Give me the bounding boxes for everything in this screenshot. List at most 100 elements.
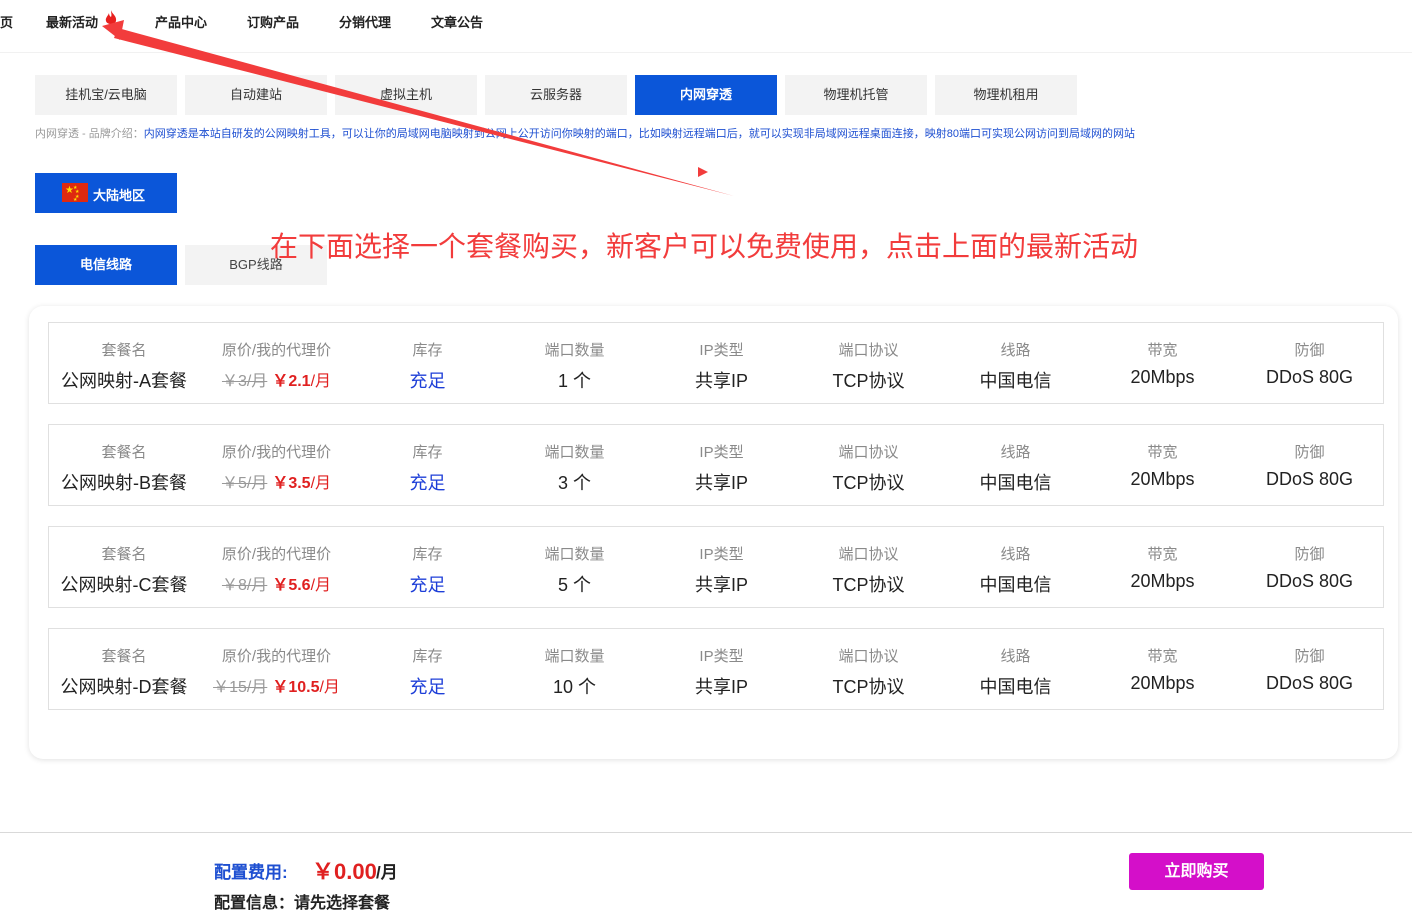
- column-label-defense: 防御: [1294, 546, 1325, 563]
- nav-item-distribution[interactable]: 分销代理: [339, 12, 391, 31]
- nav-item-home[interactable]: 页: [0, 12, 13, 31]
- price-unit: /月: [310, 577, 332, 594]
- column-label-price: 原价/我的代理价: [221, 444, 332, 461]
- nav-item-articles[interactable]: 文章公告: [431, 12, 483, 31]
- column-label-defense: 防御: [1294, 648, 1325, 665]
- package-cell-name: 套餐名公网映射-C套餐: [49, 527, 199, 607]
- package-cell-ip-type: IP类型共享IP: [648, 527, 795, 607]
- original-price: ￥15/月: [213, 679, 268, 696]
- tab-hosting-pc[interactable]: 挂机宝/云电脑: [35, 75, 177, 115]
- column-label-line: 线路: [1000, 648, 1031, 665]
- agent-price: ￥3.5: [272, 475, 311, 492]
- package-cell-ip-type: IP类型 共享IP: [648, 323, 795, 403]
- package-ip-type-value: 共享IP: [694, 371, 748, 391]
- package-cell-name: 套餐名 公网映射-D套餐: [49, 629, 199, 709]
- china-flag-icon: ★ ★ ★ ★ ★: [62, 183, 88, 203]
- package-cell-line: 线路 中国电信: [942, 425, 1089, 505]
- column-label-ip-type: IP类型: [699, 648, 744, 665]
- package-bandwidth-value: 20Mbps: [1130, 673, 1195, 693]
- package-defense-value: DDoS 80G: [1265, 367, 1354, 387]
- package-ports-value: 3 个: [557, 473, 591, 493]
- package-cell-price: 原价/我的代理价 ￥3/月 ￥2.1/月: [199, 323, 354, 403]
- package-stock-value: 充足: [409, 677, 446, 697]
- column-label-stock: 库存: [412, 342, 443, 359]
- tab-intranet-penetration[interactable]: 内网穿透: [635, 75, 777, 115]
- package-stock-value: 充足: [409, 575, 446, 595]
- package-cell-bandwidth: 带宽 20Mbps: [1089, 527, 1236, 607]
- price-unit: /月: [310, 373, 332, 390]
- package-ip-type-value: 共享IP: [694, 677, 748, 697]
- column-label-name: 套餐名: [101, 546, 147, 563]
- package-cell-ports: 端口数量 10 个: [501, 629, 648, 709]
- tab-telecom-line[interactable]: 电信线路: [35, 245, 177, 285]
- column-label-stock: 库存: [412, 648, 443, 665]
- package-line-value: 中国电信: [979, 473, 1052, 493]
- column-label-protocol: 端口协议: [838, 546, 899, 563]
- annotation-text: 在下面选择一个套餐购买，新客户可以免费使用，点击上面的最新活动: [270, 231, 1139, 262]
- tab-cloud-server[interactable]: 云服务器: [485, 75, 627, 115]
- column-label-bandwidth: 带宽: [1147, 342, 1178, 359]
- column-label-price: 原价/我的代理价: [221, 342, 332, 359]
- column-label-name: 套餐名: [101, 648, 147, 665]
- package-price: ￥5/月 ￥3.5/月: [199, 469, 354, 493]
- brand-description: 内网穿透是本站自研发的公网映射工具，可以让你的局域网电脑映射到公网上公开访问你映…: [143, 128, 1136, 140]
- package-row[interactable]: 套餐名 公网映射-B套餐 原价/我的代理价 ￥5/月 ￥3.5/月 库存 充足 端口数量 3 …: [48, 424, 1384, 506]
- tab-physical-hosting[interactable]: 物理机托管: [785, 75, 927, 115]
- package-cell-ports: 端口数量 5 个: [501, 527, 648, 607]
- package-cell-ports: 端口数量 1 个: [501, 323, 648, 403]
- package-cell-protocol: 端口协议 TCP协议: [795, 629, 942, 709]
- column-label-ip-type: IP类型: [699, 546, 744, 563]
- package-protocol-value: TCP协议: [832, 677, 905, 697]
- package-cell-ports: 端口数量 3 个: [501, 425, 648, 505]
- nav-item-latest-events[interactable]: 最新活动: [46, 12, 98, 31]
- region-button[interactable]: ★ ★ ★ ★ ★ 大陆地区: [35, 173, 177, 213]
- price-unit: /月: [319, 679, 340, 696]
- package-cell-line: 线路 中国电信: [942, 527, 1089, 607]
- checkout-bar: 配置费用: ￥0.00 /月 配置信息：请先选择套餐 立即购买: [0, 832, 1412, 915]
- column-label-ports: 端口数量: [544, 342, 605, 359]
- brand-intro: 内网穿透 - 品牌介绍：内网穿透是本站自研发的公网映射工具，可以让你的局域网电脑…: [35, 125, 1135, 141]
- package-price: ￥3/月 ￥2.1/月: [199, 367, 354, 391]
- package-cell-defense: 防御 DDoS 80G: [1236, 425, 1383, 505]
- fee-unit: /月: [376, 863, 398, 882]
- package-defense-value: DDoS 80G: [1265, 673, 1354, 693]
- column-label-ip-type: IP类型: [699, 444, 744, 461]
- original-price: ￥5/月: [221, 475, 268, 492]
- agent-price: ￥10.5: [272, 679, 320, 696]
- package-row[interactable]: 套餐名 公网映射-D套餐 原价/我的代理价 ￥15/月 ￥10.5/月 库存充足 端口数量…: [48, 628, 1384, 710]
- nav-item-order[interactable]: 订购产品: [247, 12, 299, 31]
- package-ip-type-value: 共享IP: [694, 575, 748, 595]
- column-label-stock: 库存: [412, 444, 443, 461]
- original-price: ￥3/月: [221, 373, 268, 390]
- package-cell-defense: 防御 DDoS 80G: [1236, 323, 1383, 403]
- package-cell-stock: 库存 充足: [354, 323, 501, 403]
- tab-site-builder[interactable]: 自动建站: [185, 75, 327, 115]
- package-cell-stock: 库存 充足: [354, 527, 501, 607]
- package-cell-protocol: 端口协议 TCP协议: [795, 527, 942, 607]
- tab-virtual-host[interactable]: 虚拟主机: [335, 75, 477, 115]
- nav-item-products[interactable]: 产品中心: [155, 12, 207, 31]
- package-ports-value: 1 个: [557, 371, 591, 391]
- package-cell-bandwidth: 带宽 20Mbps: [1089, 425, 1236, 505]
- column-label-protocol: 端口协议: [838, 444, 899, 461]
- agent-price: ￥2.1: [272, 373, 311, 390]
- package-cell-protocol: 端口协议 TCP协议: [795, 323, 942, 403]
- package-cell-line: 线路 中国电信: [942, 629, 1089, 709]
- package-row[interactable]: 套餐名 公网映射-A套餐 原价/我的代理价 ￥3/月 ￥2.1/月 库存 充足 端口数量 1 …: [48, 322, 1384, 404]
- package-cell-defense: 防御 DDoS 80G: [1236, 629, 1383, 709]
- column-label-line: 线路: [1000, 342, 1031, 359]
- package-cell-bandwidth: 带宽 20Mbps: [1089, 323, 1236, 403]
- tab-physical-rental[interactable]: 物理机租用: [935, 75, 1077, 115]
- package-name-value: 公网映射-C套餐: [60, 575, 188, 595]
- column-label-ports: 端口数量: [544, 546, 605, 563]
- package-protocol-value: TCP协议: [832, 371, 905, 391]
- package-row[interactable]: 套餐名 公网映射-C套餐 原价/我的代理价 ￥8/月 ￥5.6/月 库存 充足 端口数量 5 …: [48, 526, 1384, 608]
- column-label-protocol: 端口协议: [838, 648, 899, 665]
- package-cell-line: 线路 中国电信: [942, 323, 1089, 403]
- package-cell-price: 原价/我的代理价 ￥15/月 ￥10.5/月: [199, 629, 354, 709]
- package-cell-price: 原价/我的代理价 ￥5/月 ￥3.5/月: [199, 425, 354, 505]
- buy-now-button[interactable]: 立即购买: [1129, 853, 1264, 890]
- column-label-price: 原价/我的代理价: [221, 648, 332, 665]
- package-defense-value: DDoS 80G: [1265, 571, 1354, 591]
- package-stock-value: 充足: [409, 473, 446, 493]
